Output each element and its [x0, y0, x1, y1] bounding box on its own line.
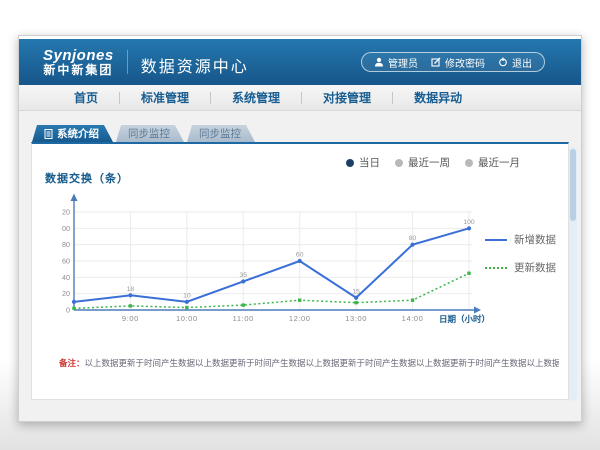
time-range-radio-group: 当日 最近一周 最近一月: [346, 155, 520, 170]
y-tick-label: 40: [62, 273, 70, 282]
nav-item-standard-mgmt[interactable]: 标准管理: [120, 89, 210, 106]
radio-today-label: 当日: [359, 155, 380, 170]
series-point-label: 60: [296, 252, 304, 259]
footnote: 备注：以上数据更新于时间产生数据以上数据更新于时间产生数据以上数据更新于时间产生…: [59, 357, 559, 369]
series-1-point: [185, 306, 188, 309]
radio-last-week-label: 最近一周: [408, 155, 450, 170]
legend-update-data-label: 更新数据: [514, 260, 556, 275]
y-tick-label: 80: [62, 240, 70, 249]
series-point-label: 18: [127, 286, 135, 293]
app-header: Synjones 新中新集团 数据资源中心 管理员 修改密码: [19, 39, 581, 85]
app-title: 数据资源中心: [141, 53, 249, 77]
y-axis-arrow-icon: [71, 194, 78, 202]
radio-last-month-label: 最近一月: [478, 155, 520, 170]
user-toolbar: 管理员 修改密码 退出: [361, 52, 545, 72]
legend-update-data-line-sample: [485, 267, 507, 269]
tab-bar: 系统介绍 同步监控 同步监控: [32, 125, 255, 142]
series-point-label: 15: [352, 288, 360, 295]
series-0-point: [241, 279, 245, 283]
browser-page: Synjones 新中新集团 数据资源中心 管理员 修改密码: [18, 35, 582, 422]
nav-item-data-change[interactable]: 数据异动: [393, 89, 483, 106]
tab-sync-monitor-2[interactable]: 同步监控: [187, 125, 255, 142]
user-menu-change-password-label: 修改密码: [445, 55, 485, 70]
content-area: 系统介绍 同步监控 同步监控 当日 最近一周: [19, 111, 581, 420]
chart-y-axis-title: 数据交换（条）: [45, 170, 129, 186]
radio-last-month-dot: [465, 159, 473, 167]
series-point-label: 35: [240, 272, 248, 279]
edit-icon: [431, 57, 441, 67]
series-1-point: [411, 299, 414, 302]
series-0-point: [298, 259, 302, 263]
line-chart-svg: 0 20 40 60 80 100 120 9:00 10:00 11:00 12:00 13:00 1…: [62, 192, 502, 338]
vertical-scrollbar-thumb[interactable]: [570, 149, 576, 221]
series-0-point: [410, 243, 414, 247]
footnote-text: 以上数据更新于时间产生数据以上数据更新于时间产生数据以上数据更新于时间产生数据以…: [85, 358, 559, 368]
tab-system-intro-label: 系统介绍: [57, 126, 99, 141]
x-tick-label: 10:00: [176, 314, 198, 323]
nav-item-home[interactable]: 首页: [53, 89, 119, 106]
header-divider: [127, 50, 128, 74]
brand-logo-primary: Synjones: [43, 48, 114, 64]
x-axis-arrow-icon: [474, 307, 481, 314]
radio-last-month[interactable]: 最近一月: [465, 155, 520, 170]
series-1-point: [72, 307, 75, 310]
brand-logo-secondary: 新中新集团: [43, 64, 114, 77]
x-tick-label: 14:00: [402, 314, 424, 323]
power-icon: [498, 57, 508, 67]
vertical-scrollbar-track: [569, 147, 577, 401]
x-tick-label: 11:00: [233, 314, 254, 323]
series-1-point: [298, 299, 301, 302]
y-tick-label: 100: [62, 224, 70, 233]
legend-new-data-label: 新增数据: [514, 232, 556, 247]
tab-sync-monitor-1-label: 同步监控: [128, 126, 170, 141]
radio-today-dot: [346, 159, 354, 167]
series-point-label: 80: [409, 235, 417, 242]
x-tick-label: 9:00: [122, 314, 139, 323]
legend-new-data-line-sample: [485, 239, 507, 241]
series-1-point: [467, 272, 470, 275]
radio-last-week-dot: [395, 159, 403, 167]
x-tick-label: 13:00: [345, 314, 367, 323]
series-0-point: [128, 293, 132, 297]
user-menu-change-password[interactable]: 修改密码: [431, 55, 485, 70]
series-0-point: [185, 300, 189, 304]
nav-item-system-mgmt[interactable]: 系统管理: [211, 89, 301, 106]
y-tick-label: 20: [62, 289, 70, 298]
user-menu-logout-label: 退出: [512, 55, 532, 70]
series-legend: 新增数据 更新数据: [485, 232, 556, 275]
legend-update-data[interactable]: 更新数据: [485, 260, 556, 275]
document-icon: [44, 129, 53, 139]
radio-today[interactable]: 当日: [346, 155, 380, 170]
series-1-point: [354, 301, 357, 304]
legend-new-data[interactable]: 新增数据: [485, 232, 556, 247]
y-tick-label: 120: [62, 208, 70, 217]
user-icon: [374, 57, 384, 67]
series-point-label: 10: [183, 292, 191, 299]
y-tick-label: 60: [62, 257, 70, 266]
main-nav: 首页 标准管理 系统管理 对接管理 数据异动: [19, 85, 581, 111]
nav-item-interface-mgmt[interactable]: 对接管理: [302, 89, 392, 106]
x-tick-label: 12:00: [289, 314, 311, 323]
user-menu-logout[interactable]: 退出: [498, 55, 532, 70]
tab-system-intro[interactable]: 系统介绍: [32, 125, 113, 142]
user-menu-admin-label: 管理员: [388, 55, 418, 70]
tab-sync-monitor-1[interactable]: 同步监控: [116, 125, 184, 142]
series-0-point: [467, 226, 471, 230]
series-1-point: [129, 304, 132, 307]
radio-last-week[interactable]: 最近一周: [395, 155, 450, 170]
user-menu-admin[interactable]: 管理员: [374, 55, 418, 70]
chart-panel: 当日 最近一周 最近一月 数据交换（条） 0 20 40 60 80 100 120 9:00…: [31, 142, 569, 400]
brand-logo: Synjones 新中新集团: [43, 48, 114, 76]
footnote-label: 备注：: [59, 358, 85, 368]
tab-sync-monitor-2-label: 同步监控: [199, 126, 241, 141]
series-1-point: [242, 303, 245, 306]
series-point-label: 100: [463, 219, 475, 226]
y-tick-label: 0: [66, 306, 70, 315]
chart-x-axis-title: 日期（小时）: [439, 314, 490, 324]
series-0-point: [354, 296, 358, 300]
series-0-point: [72, 300, 76, 304]
